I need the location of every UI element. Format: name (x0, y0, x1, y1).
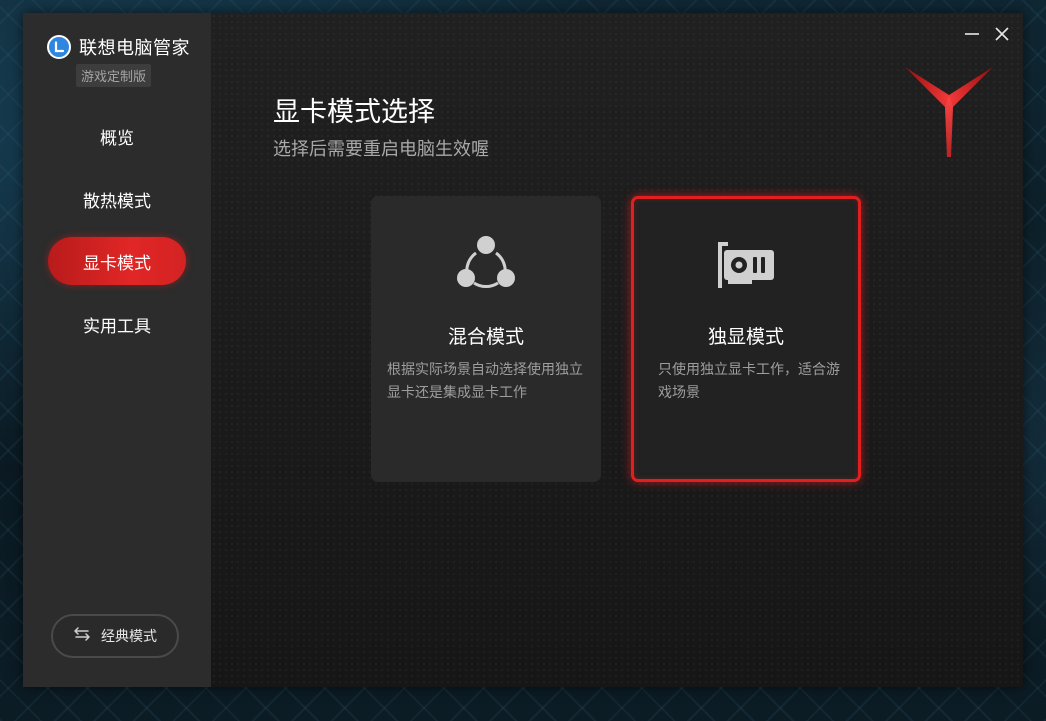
discrete-mode-title: 独显模式 (707, 326, 784, 348)
sidebar: 联想电脑管家 游戏定制版 概览 散热模式 显卡模式 实用工具 经典模式 (23, 13, 211, 687)
edition-badge: 游戏定制版 (76, 64, 152, 87)
sidebar-item-cooling-mode[interactable]: 散热模式 (48, 175, 186, 223)
hybrid-graph-icon (454, 232, 518, 296)
hybrid-mode-description: 根据实际场景自动选择使用独立显卡还是集成显卡工作 (387, 362, 583, 401)
graphics-card-icon (714, 232, 778, 296)
app-title: 联想电脑管家 (79, 38, 190, 59)
hybrid-mode-title: 混合模式 (447, 326, 524, 348)
page-subtitle: 选择后需要重启电脑生效喔 (273, 139, 489, 160)
brand: 联想电脑管家 (47, 34, 190, 60)
app-window: 联想电脑管家 游戏定制版 概览 散热模式 显卡模式 实用工具 经典模式 显卡模式… (23, 13, 1023, 687)
legion-y-logo (901, 63, 997, 159)
lenovo-l-icon (47, 35, 71, 59)
classic-mode-label: 经典模式 (101, 629, 157, 645)
sidebar-item-overview[interactable]: 概览 (48, 112, 186, 160)
sidebar-item-gpu-mode[interactable]: 显卡模式 (48, 237, 186, 285)
minimize-icon[interactable] (963, 25, 981, 43)
main-panel: 显卡模式选择 选择后需要重启电脑生效喔 混合模式 根据实际场景自动选择使用独立显… (211, 13, 1023, 687)
discrete-mode-description: 只使用独立显卡工作，适合游戏场景 (658, 362, 840, 401)
classic-mode-button[interactable]: 经典模式 (51, 614, 179, 658)
discrete-mode-card[interactable]: 独显模式 只使用独立显卡工作，适合游戏场景 (631, 196, 861, 482)
close-icon[interactable] (993, 25, 1011, 43)
hybrid-mode-card[interactable]: 混合模式 根据实际场景自动选择使用独立显卡还是集成显卡工作 (371, 196, 601, 482)
swap-arrows-icon (73, 626, 91, 646)
sidebar-item-utilities[interactable]: 实用工具 (48, 300, 186, 348)
window-controls (963, 25, 1011, 43)
page-title: 显卡模式选择 (273, 97, 435, 128)
